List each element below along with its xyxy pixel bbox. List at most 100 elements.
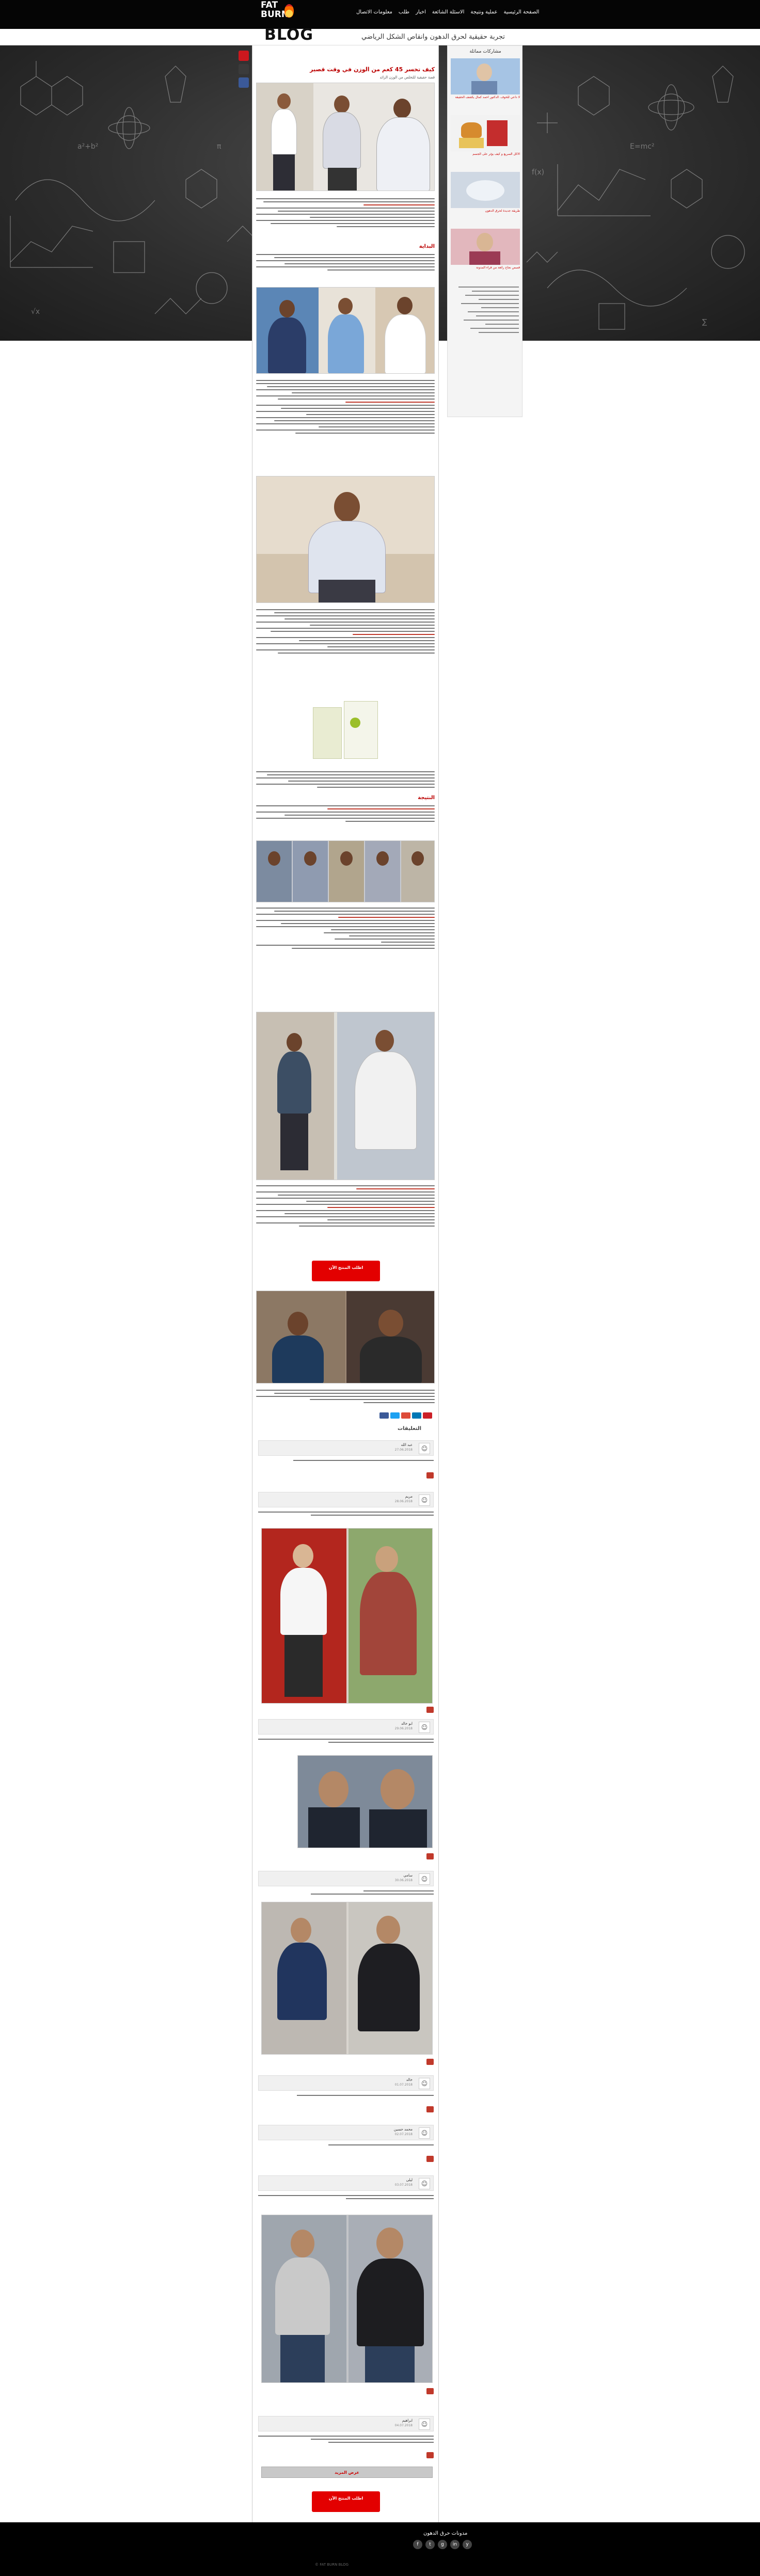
footer-title: مدونات حرق الدهون xyxy=(423,2531,468,2536)
reply-icon[interactable] xyxy=(426,1707,434,1713)
comment-header-7: ☺ ليلى 03.07.2018 xyxy=(258,2175,434,2191)
article-paragraph-7 xyxy=(256,905,435,949)
reply-icon[interactable] xyxy=(426,2059,434,2065)
comment-header-2: ☺ مريم 28.06.2018 xyxy=(258,1492,434,1507)
user-avatar-icon: ☺ xyxy=(419,1873,430,1885)
footer-copyright: © FAT BURN BLOG xyxy=(315,2563,349,2567)
comment-author: عبد الله xyxy=(401,1443,413,1447)
article-paragraph-3 xyxy=(256,378,435,434)
nav-item-process[interactable]: عملية ونتيجة xyxy=(470,9,497,15)
reply-icon[interactable] xyxy=(426,2388,434,2394)
before-after-photo-1 xyxy=(256,83,435,191)
user-avatar-icon: ☺ xyxy=(419,2127,430,2139)
blog-title[interactable]: BLOG xyxy=(264,26,313,44)
comment-author: سامي xyxy=(403,1873,413,1878)
comment-photo-men xyxy=(297,1755,433,1848)
reply-icon[interactable] xyxy=(426,2452,434,2458)
order-cta-button-2[interactable]: اطلب المنتج الآن xyxy=(312,2491,380,2512)
comment-text-2 xyxy=(258,1509,434,1516)
comment-author: ليلى xyxy=(406,2178,413,2182)
footer-instagram-icon[interactable]: in xyxy=(450,2540,460,2549)
footer-twitter-icon[interactable]: t xyxy=(425,2540,435,2549)
share-buttons xyxy=(379,1412,432,1419)
comment-author: خالد xyxy=(406,2078,413,2082)
facebook-icon[interactable] xyxy=(239,77,249,88)
sidebar-post-caption: طريقة جديدة لحرق الدهون xyxy=(485,209,520,213)
man-on-sofa-photo xyxy=(256,476,435,603)
top-navigation-bar: FAT BURN الصفحة الرئيسية عملية ونتيجة ال… xyxy=(0,0,760,29)
comment-photo-tshirts xyxy=(261,2215,433,2383)
flame-icon xyxy=(284,4,294,18)
nav-item-faq[interactable]: الاسئلة الشائعة xyxy=(432,9,465,15)
instagram-icon[interactable] xyxy=(239,64,249,74)
nav-item-home[interactable]: الصفحة الرئيسية xyxy=(503,9,539,15)
share-linkedin-icon[interactable] xyxy=(412,1412,421,1419)
comment-header-4: ☺ سامي 30.06.2018 xyxy=(258,1871,434,1886)
section-heading-2: النتيجة xyxy=(418,795,435,801)
comment-text-5 xyxy=(258,2093,434,2096)
svg-text:∑: ∑ xyxy=(702,318,707,326)
footer-youtube-icon[interactable]: y xyxy=(463,2540,472,2549)
article-paragraph-4 xyxy=(256,607,435,654)
article-title: كيف تخسر 45 كغم من الوزن في وقت قصير xyxy=(310,66,435,73)
article-paragraph-5 xyxy=(256,769,435,788)
reply-icon[interactable] xyxy=(426,1472,434,1478)
related-posts-sidebar: مشاركات مماثلة لا داعي للخوف. الدكتور اح… xyxy=(447,45,522,417)
share-facebook-icon[interactable] xyxy=(379,1412,389,1419)
comment-date: 03.07.2018 xyxy=(394,2183,413,2187)
comment-photo-women xyxy=(261,1528,433,1704)
blog-slogan: تجربة حقيقية لحرق الدهون وانقاص الشكل ال… xyxy=(361,33,505,41)
comment-photo-mirror xyxy=(261,1902,433,2055)
share-twitter-icon[interactable] xyxy=(390,1412,400,1419)
comment-header-6: ☺ محمد حسين 02.07.2018 xyxy=(258,2125,434,2140)
sidebar-post-4[interactable]: قصص نجاح رائعة من قراء المدونة xyxy=(451,229,520,270)
comment-header-8: ☺ ابراهيم 04.07.2018 xyxy=(258,2416,434,2431)
comment-date: 27.06.2018 xyxy=(394,1448,413,1452)
youtube-icon[interactable] xyxy=(239,51,249,61)
logo-line1: FAT xyxy=(261,0,278,10)
sidebar-post-caption: الاكل السريع و كيف يؤثر على الجسم xyxy=(472,152,520,156)
share-pinterest-icon[interactable] xyxy=(423,1412,432,1419)
share-google-icon[interactable] xyxy=(401,1412,410,1419)
nav-item-contact[interactable]: معلومات الاتصال xyxy=(356,9,392,15)
footer-facebook-icon[interactable]: f xyxy=(413,2540,422,2549)
comment-text-4 xyxy=(258,1888,434,1895)
sidebar-post-1[interactable]: لا داعي للخوف. الدكتور احمد كمال يكشف ال… xyxy=(451,58,520,100)
before-after-photo-4 xyxy=(256,1291,435,1384)
order-cta-button-1[interactable]: اطلب المنتج الآن xyxy=(312,1261,380,1281)
comment-date: 02.07.2018 xyxy=(394,2133,413,2136)
svg-text:π: π xyxy=(217,142,221,151)
comment-text-1 xyxy=(258,1458,434,1461)
reply-icon[interactable] xyxy=(426,2106,434,2112)
nav-item-order[interactable]: طلب xyxy=(399,9,409,15)
comment-author: ابو خالد xyxy=(401,1722,413,1726)
svg-text:E=mc²: E=mc² xyxy=(630,142,655,151)
comment-author: مريم xyxy=(405,1494,413,1499)
sidebar-title: مشاركات مماثلة xyxy=(469,49,501,54)
progress-strip-photo xyxy=(256,840,435,902)
load-more-button[interactable]: عرض المزيد xyxy=(261,2467,433,2478)
user-avatar-icon: ☺ xyxy=(419,2178,430,2189)
comment-date: 29.06.2018 xyxy=(394,1727,413,1730)
sidebar-post-3[interactable]: طريقة جديدة لحرق الدهون xyxy=(451,172,520,213)
comment-date: 28.06.2018 xyxy=(394,1500,413,1503)
comment-text-6 xyxy=(258,2142,434,2145)
reply-icon[interactable] xyxy=(426,2156,434,2162)
comment-author: ابراهيم xyxy=(402,2419,413,2423)
comment-author: محمد حسين xyxy=(393,2127,413,2132)
comment-header-5: ☺ خالد 01.07.2018 xyxy=(258,2075,434,2091)
reply-icon[interactable] xyxy=(426,1853,434,1859)
comment-text-8 xyxy=(258,2434,434,2443)
blog-header: BLOG تجربة حقيقية لحرق الدهون وانقاص الش… xyxy=(0,26,760,45)
sidebar-post-2[interactable]: الاكل السريع و كيف يؤثر على الجسم xyxy=(451,115,520,156)
footer-google-icon[interactable]: g xyxy=(438,2540,447,2549)
svg-text:f(x): f(x) xyxy=(532,168,544,177)
footer-social-icons: f t g in y xyxy=(413,2540,472,2549)
comments-title: التعليقات xyxy=(398,1426,422,1432)
article-paragraph-6 xyxy=(256,803,435,822)
main-nav: الصفحة الرئيسية عملية ونتيجة الاسئلة الش… xyxy=(356,9,539,15)
sidebar-post-caption: قصص نجاح رائعة من قراء المدونة xyxy=(476,266,520,269)
nav-item-news[interactable]: اخبار xyxy=(416,9,426,15)
user-avatar-icon: ☺ xyxy=(419,2419,430,2430)
site-logo[interactable]: FAT BURN xyxy=(261,1,302,27)
